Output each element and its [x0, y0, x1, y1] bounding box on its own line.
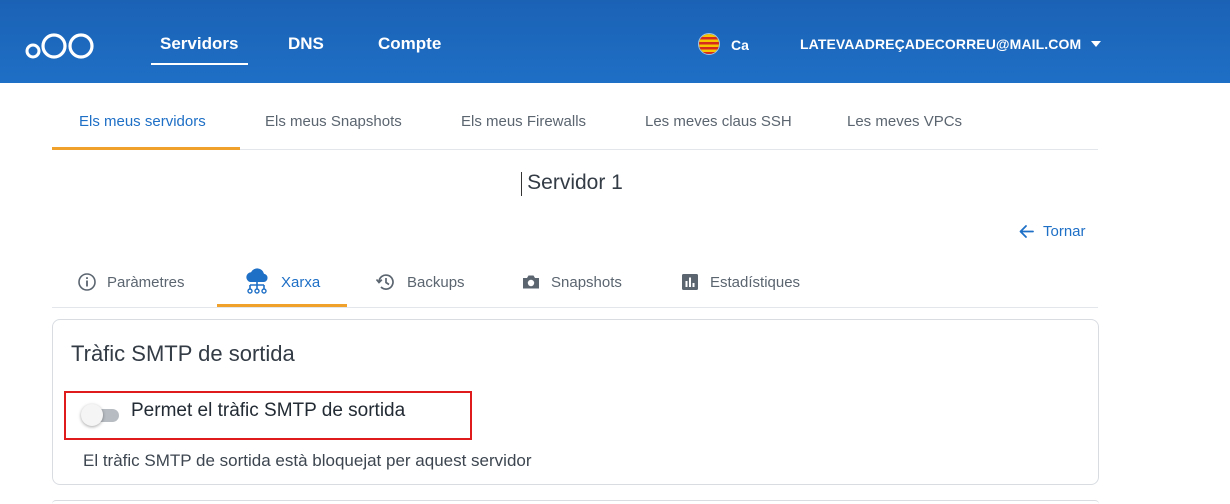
nav-active-indicator: [151, 63, 248, 65]
camera-icon: [523, 275, 539, 289]
language-selector[interactable]: Ca: [731, 37, 749, 53]
cloud-network-icon: [246, 268, 268, 294]
tab-els-meus-servidors[interactable]: Els meus servidors: [79, 113, 206, 130]
tab-xarxa-label: Xarxa: [281, 273, 321, 291]
toggle-knob: [81, 404, 103, 426]
next-card-edge: [52, 500, 1099, 504]
tab-les-meves-claus-ssh[interactable]: Les meves claus SSH: [645, 113, 792, 130]
nav-compte[interactable]: Compte: [378, 34, 441, 54]
tab-els-meus-firewalls[interactable]: Els meus Firewalls: [461, 113, 586, 130]
tab-xarxa[interactable]: Xarxa: [243, 268, 320, 296]
smtp-toggle[interactable]: [81, 404, 121, 426]
nav-servidors[interactable]: Servidors: [160, 34, 238, 54]
subtab-active-indicator: [52, 147, 240, 150]
tab-snapshots-label: Snapshots: [551, 273, 622, 291]
bar-chart-icon: [682, 274, 698, 290]
text-cursor: [521, 172, 522, 196]
smtp-helper-text: El tràfic SMTP de sortida està bloquejat…: [83, 451, 532, 470]
tab-parametres-label: Paràmetres: [107, 273, 185, 291]
tab-els-meus-snapshots[interactable]: Els meus Snapshots: [265, 113, 402, 130]
back-label: Tornar: [1043, 223, 1086, 240]
account-email[interactable]: LATEVAADREÇADECORREU@MAIL.COM: [800, 36, 1081, 52]
page-title: Servidor 1: [527, 171, 623, 194]
tab-parametres[interactable]: Paràmetres: [77, 268, 185, 296]
tab-backups-label: Backups: [407, 273, 465, 291]
tab-snapshots[interactable]: Snapshots: [521, 268, 622, 296]
back-link[interactable]: Tornar: [1018, 223, 1086, 240]
smtp-toggle-label[interactable]: Permet el tràfic SMTP de sortida: [131, 400, 405, 422]
smtp-card: Tràfic SMTP de sortida Permet el tràfic …: [52, 319, 1099, 485]
tab-backups[interactable]: Backups: [375, 268, 465, 296]
server-tabs: Paràmetres Xarxa Backups Snapshots Estad…: [52, 258, 1098, 308]
smtp-card-title: Tràfic SMTP de sortida: [71, 341, 295, 366]
logo-icon[interactable]: [24, 26, 98, 60]
info-icon: [78, 273, 96, 291]
tab-estadistiques[interactable]: Estadístiques: [680, 268, 800, 296]
history-icon: [375, 274, 394, 290]
server-tab-active-indicator: [217, 304, 347, 307]
top-navigation-bar: Servidors DNS Compte Ca LATEVAADREÇADECO…: [0, 0, 1230, 83]
tab-les-meves-vpcs[interactable]: Les meves VPCs: [847, 113, 962, 130]
catalan-flag-icon[interactable]: [698, 33, 720, 55]
section-tabs: Els meus servidors Els meus Snapshots El…: [52, 95, 1098, 150]
nav-dns[interactable]: DNS: [288, 34, 324, 54]
arrow-left-icon: [1019, 225, 1034, 238]
chevron-down-icon[interactable]: [1091, 41, 1101, 47]
tab-estadistiques-label: Estadístiques: [710, 273, 801, 291]
